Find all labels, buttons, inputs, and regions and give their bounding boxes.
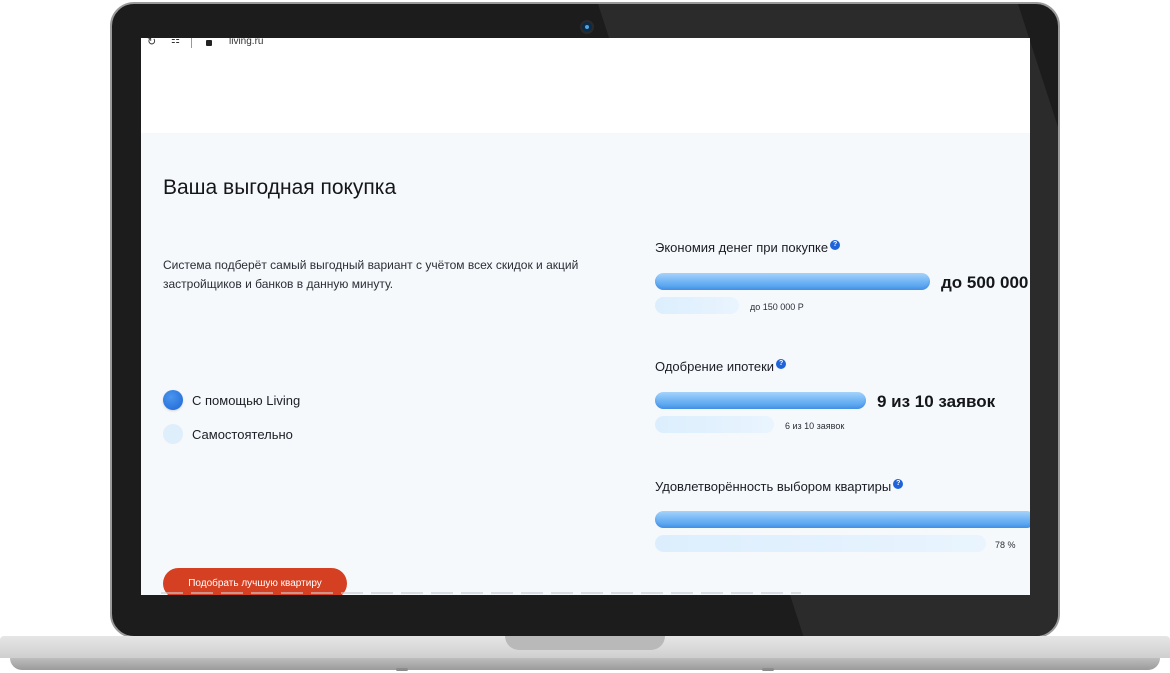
self-value: 78 % <box>995 540 1016 550</box>
with-living-bar <box>655 273 930 290</box>
option-label: С помощью Living <box>192 392 301 408</box>
laptop-screen: ↻ ☷ living.ru Ваша выгодная покупка Сист… <box>141 38 1030 595</box>
self-value: 6 из 10 заявок <box>785 421 845 431</box>
metric-title-text: Удовлетворённость выбором квартиры <box>655 479 892 494</box>
browser-bar: ↻ ☷ living.ru <box>141 38 1030 50</box>
option-with-living[interactable]: С помощью Living <box>163 390 300 410</box>
lock-icon <box>206 40 212 46</box>
metric-title: Удовлетворённость выбором квартиры? <box>655 479 904 494</box>
with-living-value: до 500 000 <box>941 273 1029 292</box>
help-icon[interactable]: ? <box>776 359 787 369</box>
with-living-bar <box>655 392 866 409</box>
self-value: до 150 000 Р <box>750 302 804 312</box>
with-living-value: 9 из 10 заявок <box>877 392 996 411</box>
metric-title-text: Экономия денег при покупке <box>655 240 829 255</box>
reload-icon[interactable]: ↻ <box>147 38 156 48</box>
divider <box>191 38 192 48</box>
cropped-footer-text <box>161 592 801 594</box>
help-icon[interactable]: ? <box>830 240 841 250</box>
lid-notch <box>505 636 665 650</box>
radio-unselected-icon[interactable] <box>163 424 183 444</box>
self-bar <box>655 297 739 314</box>
option-label: Самостоятельно <box>192 426 293 442</box>
laptop-base <box>0 636 1170 673</box>
metric-title-text: Одобрение ипотеки <box>655 359 775 374</box>
radio-selected-icon[interactable] <box>163 390 183 410</box>
camera-icon <box>582 22 592 32</box>
section-description: Система подберёт самый выгодный вариант … <box>163 258 579 291</box>
self-bar <box>655 416 774 433</box>
url-text[interactable]: living.ru <box>229 38 263 47</box>
self-bar <box>655 535 986 552</box>
foot <box>762 668 774 671</box>
foot <box>396 668 408 671</box>
metric-title: Экономия денег при покупке? <box>655 240 841 255</box>
purchase-section: Ваша выгодная покупка Система подберёт с… <box>141 133 1030 595</box>
help-icon[interactable]: ? <box>893 479 904 489</box>
option-self[interactable]: Самостоятельно <box>163 424 293 444</box>
metric-title: Одобрение ипотеки? <box>655 359 787 374</box>
tabs-icon[interactable]: ☷ <box>171 38 180 46</box>
find-best-apartment-button[interactable]: Подобрать лучшую квартиру <box>163 568 347 595</box>
page-title: Ваша выгодная покупка <box>163 176 397 199</box>
with-living-bar <box>655 511 1030 528</box>
base-bottom <box>10 658 1160 670</box>
